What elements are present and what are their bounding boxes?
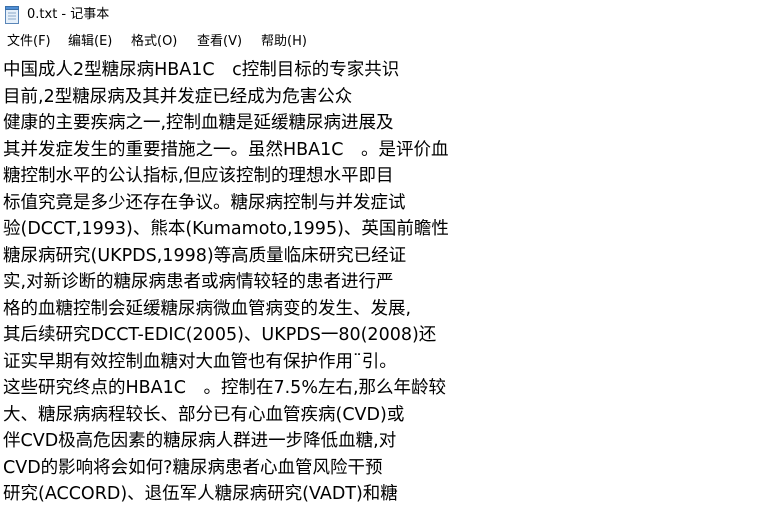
notepad-icon xyxy=(5,6,19,24)
title-bar: 0.txt - 记事本 xyxy=(0,0,763,30)
menu-view[interactable]: 查看(V) xyxy=(197,33,242,51)
menu-help[interactable]: 帮助(H) xyxy=(261,33,307,51)
menu-edit[interactable]: 编辑(E) xyxy=(68,33,112,51)
menu-file[interactable]: 文件(F) xyxy=(7,33,51,51)
window-title: 0.txt - 记事本 xyxy=(27,7,110,22)
menu-bar: 文件(F) 编辑(E) 格式(O) 查看(V) 帮助(H) xyxy=(0,30,763,54)
text-editor-area[interactable]: 中国成人2型糖尿病HBA1C c控制目标的专家共识 目前,2型糖尿病及其并发症已… xyxy=(0,54,763,510)
menu-format[interactable]: 格式(O) xyxy=(131,33,177,51)
document-text[interactable]: 中国成人2型糖尿病HBA1C c控制目标的专家共识 目前,2型糖尿病及其并发症已… xyxy=(3,57,449,508)
notepad-window: 0.txt - 记事本 文件(F) 编辑(E) 格式(O) 查看(V) 帮助(H… xyxy=(0,0,763,510)
